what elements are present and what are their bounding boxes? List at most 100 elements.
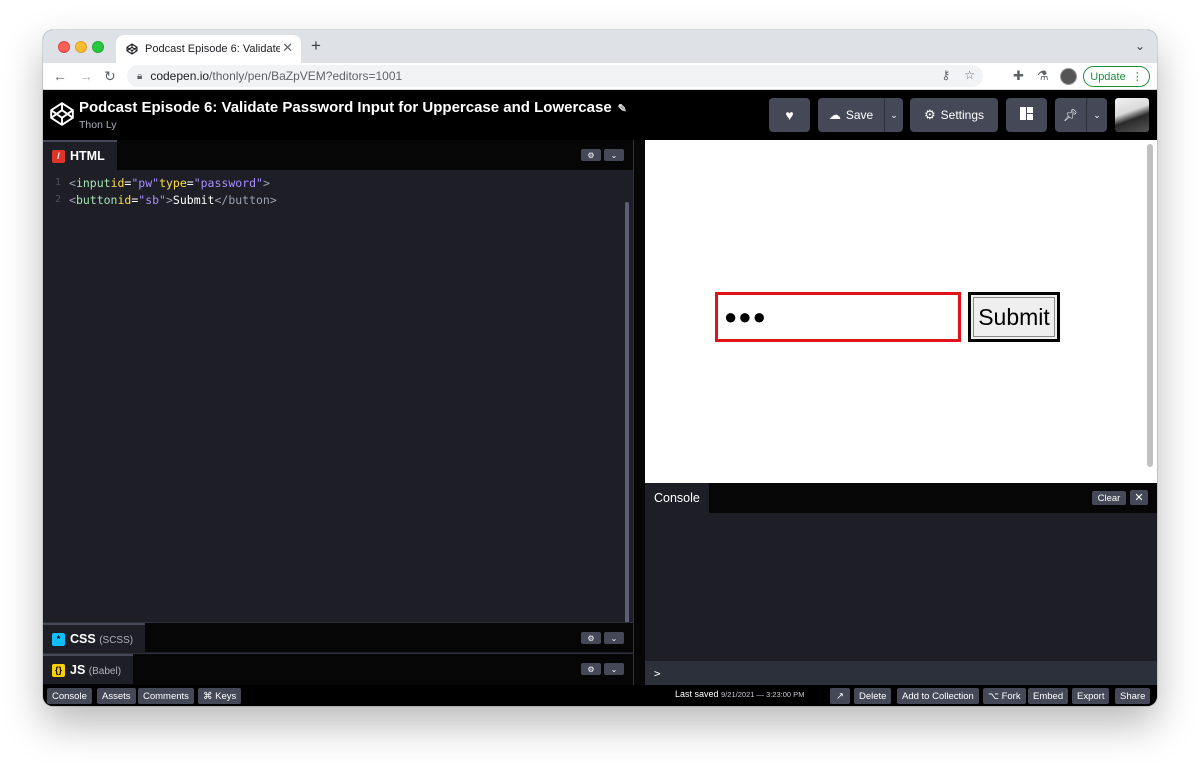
desktop-background: Podcast Episode 6: Validate Pa ✕ + ⌄ ← →… xyxy=(0,0,1200,763)
new-tab-icon[interactable]: + xyxy=(311,37,321,55)
footer-assets-button[interactable]: Assets xyxy=(97,688,136,704)
browser-tab[interactable]: Podcast Episode 6: Validate Pa ✕ xyxy=(116,35,301,63)
update-label: Update xyxy=(1090,70,1126,83)
password-dots: ●●● xyxy=(724,304,767,329)
resize-gutter[interactable] xyxy=(633,140,645,685)
open-external-icon[interactable]: ↗ xyxy=(830,688,850,704)
submit-label: Submit xyxy=(978,303,1050,330)
code-line: 2 < button id = "sb" > Submit </button> xyxy=(54,192,277,207)
profile-avatar-icon[interactable] xyxy=(1060,68,1077,85)
tab-js[interactable]: {} JS (Babel) xyxy=(43,654,134,684)
maximize-window-button[interactable] xyxy=(92,41,104,53)
close-console-icon[interactable]: ✕ xyxy=(1130,490,1148,505)
console-input[interactable]: > xyxy=(645,661,1157,685)
settings-label: Settings xyxy=(940,108,984,122)
fork-button[interactable]: ⌥ Fork xyxy=(983,688,1026,704)
editor-settings-icon[interactable]: ⚙ xyxy=(581,632,601,644)
pen-author[interactable]: Thon Ly xyxy=(79,119,117,131)
extensions-puzzle-icon[interactable]: ✚ xyxy=(1013,68,1024,84)
editor-column: / HTML ⚙ ⌄ 1 < input id = "pw" type = "passwo… xyxy=(43,140,633,685)
editor-collapse-icon[interactable]: ⌄ xyxy=(604,149,624,161)
embed-button[interactable]: Embed xyxy=(1028,688,1069,704)
password-input[interactable]: ●●● xyxy=(715,292,961,342)
editor-expand-icon[interactable]: ⌄ xyxy=(604,663,624,675)
editor-scrollbar[interactable] xyxy=(625,202,629,630)
forward-arrow-icon[interactable]: → xyxy=(79,67,93,85)
settings-button[interactable]: ⚙ Settings xyxy=(910,98,998,132)
css-editor-header: * CSS (SCSS) ⚙ ⌄ xyxy=(43,622,633,653)
tab-search-icon[interactable]: ⌄ xyxy=(1135,39,1145,53)
codepen-header: Podcast Episode 6: Validate Password Inp… xyxy=(43,90,1157,140)
bookmark-star-icon[interactable]: ☆ xyxy=(964,68,975,82)
browser-toolbar: ← → ↻ 🔒︎ codepen.io/thonly/pen/BaZpVEM?e… xyxy=(43,63,1157,90)
preview-scrollbar[interactable] xyxy=(1147,144,1153,467)
back-arrow-icon[interactable]: ← xyxy=(53,67,67,85)
footer-console-button[interactable]: Console xyxy=(47,688,92,704)
console-prompt: > xyxy=(654,666,661,680)
save-label: Save xyxy=(845,108,874,122)
result-preview: ●●● Submit xyxy=(645,140,1157,483)
edit-pencil-icon[interactable]: ✎ xyxy=(618,103,627,115)
html-editor-header: / HTML ⚙ ⌄ xyxy=(43,140,633,170)
key-icon[interactable]: ⚷ xyxy=(941,68,950,82)
browser-window: Podcast Episode 6: Validate Pa ✕ + ⌄ ← →… xyxy=(43,30,1157,706)
user-avatar[interactable] xyxy=(1115,98,1149,132)
tab-title: Podcast Episode 6: Validate Pa xyxy=(145,43,280,55)
html-icon: / xyxy=(52,149,65,163)
save-button[interactable]: ☁ Save xyxy=(818,98,884,132)
tab-html[interactable]: / HTML xyxy=(43,140,117,170)
footer-keys-button[interactable]: ⌘ Keys xyxy=(198,688,242,704)
editor-settings-icon[interactable]: ⚙ xyxy=(581,663,601,675)
heart-icon: ♥ xyxy=(785,107,794,123)
delete-button[interactable]: Delete xyxy=(854,688,892,704)
gear-icon: ⚙ xyxy=(923,107,936,122)
html-label: HTML xyxy=(70,149,105,163)
heart-button[interactable]: ♥ xyxy=(769,98,810,132)
chevron-down-icon: ⌄ xyxy=(1093,109,1101,120)
editor-settings-icon[interactable]: ⚙ xyxy=(581,149,601,161)
html-code-editor[interactable]: 1 < input id = "pw" type = "password" > 2 < but… xyxy=(43,170,633,630)
more-menu-icon: ⋮ xyxy=(1131,71,1143,83)
console-panel: Console Clear ✕ > xyxy=(645,483,1157,685)
tab-strip: Podcast Episode 6: Validate Pa ✕ + ⌄ xyxy=(43,30,1157,63)
reload-icon[interactable]: ↻ xyxy=(104,67,116,85)
editor-expand-icon[interactable]: ⌄ xyxy=(604,632,624,644)
update-button[interactable]: Update ⋮ xyxy=(1083,66,1150,87)
submit-button[interactable]: Submit xyxy=(968,292,1060,342)
lock-icon: 🔒︎ xyxy=(137,70,143,82)
layout-button[interactable] xyxy=(1006,98,1047,132)
pin-dropdown-button[interactable]: ⌄ xyxy=(1087,98,1107,132)
last-saved-text: Last saved 9/21/2021 — 3:23:00 PM xyxy=(675,689,805,699)
pen-title[interactable]: Podcast Episode 6: Validate Password Inp… xyxy=(79,99,627,116)
footer-comments-button[interactable]: Comments xyxy=(138,688,194,704)
address-bar[interactable]: 🔒︎ codepen.io/thonly/pen/BaZpVEM?editors… xyxy=(127,65,983,87)
add-to-collection-button[interactable]: Add to Collection xyxy=(897,688,979,704)
console-header: Console Clear ✕ xyxy=(645,483,1157,513)
share-button[interactable]: Share xyxy=(1115,688,1151,704)
console-title: Console xyxy=(645,483,709,513)
css-icon: * xyxy=(52,632,65,646)
footer-bar: Console Assets Comments ⌘ Keys Last save… xyxy=(43,685,1157,706)
css-label: CSS (SCSS) xyxy=(70,632,134,646)
js-editor-header: {} JS (Babel) ⚙ ⌄ xyxy=(43,653,633,685)
labs-flask-icon[interactable]: ⚗ xyxy=(1037,68,1049,84)
layout-icon xyxy=(1020,107,1033,123)
js-label: JS (Babel) xyxy=(70,663,122,677)
url-text: codepen.io/thonly/pen/BaZpVEM?editors=10… xyxy=(150,69,403,83)
save-dropdown-button[interactable]: ⌄ xyxy=(885,98,903,132)
chevron-down-icon: ⌄ xyxy=(890,109,898,120)
code-line: 1 < input id = "pw" type = "password" > xyxy=(54,175,270,190)
close-tab-icon[interactable]: ✕ xyxy=(282,41,293,55)
pin-icon: 📌︎ xyxy=(1062,108,1079,122)
pin-button[interactable]: 📌︎ xyxy=(1055,98,1086,132)
codepen-favicon-icon xyxy=(126,43,138,55)
js-icon: {} xyxy=(52,663,65,677)
tab-css[interactable]: * CSS (SCSS) xyxy=(43,623,146,653)
pen-title-text: Podcast Episode 6: Validate Password Inp… xyxy=(79,99,612,116)
clear-console-button[interactable]: Clear xyxy=(1092,491,1126,505)
close-window-button[interactable] xyxy=(58,41,70,53)
codepen-logo-icon[interactable] xyxy=(49,101,75,127)
minimize-window-button[interactable] xyxy=(75,41,87,53)
export-button[interactable]: Export xyxy=(1072,688,1110,704)
cloud-icon: ☁ xyxy=(828,108,841,122)
